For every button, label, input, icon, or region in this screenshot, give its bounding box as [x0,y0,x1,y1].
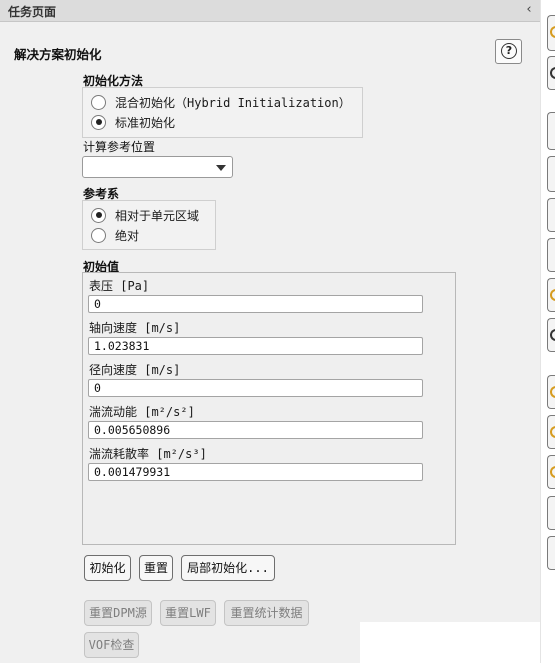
toolbar-button[interactable] [547,56,555,90]
toolbar-button[interactable] [547,536,555,570]
right-toolbar-strip [540,0,555,663]
init-method-group: 混合初始化（Hybrid Initialization） 标准初始化 [82,87,363,138]
toolbar-button[interactable] [547,375,555,409]
radial-velocity-label: 径向速度 [m/s] [89,363,181,377]
toolbar-button[interactable] [547,238,555,272]
turbulent-dissipation-rate-label: 湍流耗散率 [m²/s³] [89,447,207,461]
radio-hybrid-initialization[interactable]: 混合初始化（Hybrid Initialization） [91,92,351,112]
compute-from-label: 计算参考位置 [83,140,156,154]
radio-button-selected[interactable] [91,114,106,130]
help-icon: ? [501,43,517,59]
toolbar-item-icon [550,67,555,79]
initial-values-group: 表压 [Pa] 0 轴向速度 [m/s] 1.023831 径向速度 [m/s]… [82,272,456,545]
toolbar-button[interactable] [547,318,555,352]
toolbar-item-icon [550,26,555,38]
radio-standard-initialization[interactable]: 标准初始化 [91,112,175,132]
gauge-pressure-label: 表压 [Pa] [89,279,150,293]
turbulent-kinetic-energy-input[interactable]: 0.005650896 [88,421,423,439]
task-page-title-bar: 任务页面 ‹ [0,0,540,22]
radial-velocity-input[interactable]: 0 [88,379,423,397]
toolbar-item-icon [550,329,555,341]
chevron-left-icon[interactable]: ‹ [522,2,536,18]
radio-label: 标准初始化 [115,115,176,130]
toolbar-item-icon [550,426,555,438]
toolbar-button[interactable] [547,455,555,489]
reference-frame-group: 相对于单元区域 绝对 [82,200,216,250]
compute-from-dropdown[interactable] [82,156,233,178]
radio-label: 相对于单元区域 [115,208,200,223]
reset-button[interactable]: 重置 [139,555,173,581]
toolbar-button[interactable] [547,415,555,449]
toolbar-item-icon [550,289,555,301]
radio-button-selected[interactable] [91,207,106,223]
radio-absolute[interactable]: 绝对 [91,225,139,245]
radio-label: 混合初始化（Hybrid Initialization） [115,95,351,110]
reset-statistics-button[interactable]: 重置统计数据 [224,600,309,626]
toolbar-item-icon [550,386,555,398]
radio-button[interactable] [91,227,106,243]
turbulent-kinetic-energy-label: 湍流动能 [m²/s²] [89,405,195,419]
axial-velocity-label: 轴向速度 [m/s] [89,321,181,335]
toolbar-button[interactable] [547,15,555,51]
radio-label: 绝对 [115,228,140,243]
patch-button[interactable]: 局部初始化... [181,555,275,581]
vof-check-button[interactable]: VOF检查 [84,632,139,658]
reset-lwf-button[interactable]: 重置LWF [160,600,216,626]
turbulent-dissipation-rate-input[interactable]: 0.001479931 [88,463,423,481]
reset-dpm-sources-button[interactable]: 重置DPM源 [84,600,152,626]
background-area [360,622,555,663]
axial-velocity-input[interactable]: 1.023831 [88,337,423,355]
radio-button[interactable] [91,94,106,110]
radio-relative-to-cell-zone[interactable]: 相对于单元区域 [91,205,199,225]
window-title: 任务页面 [8,5,57,19]
toolbar-button[interactable] [547,156,555,192]
initialize-button[interactable]: 初始化 [84,555,131,581]
chevron-down-icon [216,165,226,171]
toolbar-button[interactable] [547,198,555,232]
toolbar-button[interactable] [547,278,555,312]
toolbar-button[interactable] [547,112,555,150]
gauge-pressure-input[interactable]: 0 [88,295,423,313]
section-title: 解决方案初始化 [14,47,102,62]
toolbar-button[interactable] [547,496,555,530]
toolbar-item-icon [550,466,555,478]
help-button[interactable]: ? [495,39,522,64]
